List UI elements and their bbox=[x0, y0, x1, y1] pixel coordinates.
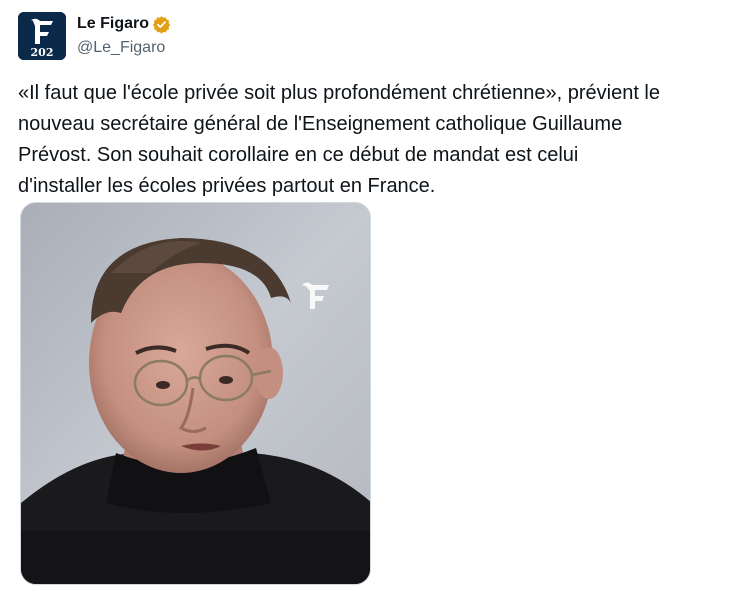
tweet-text-line: d'installer les écoles privées partout e… bbox=[18, 175, 436, 197]
name-row: Le Figaro bbox=[77, 14, 171, 34]
tweet-text: «Il faut que l'école privée soit plus pr… bbox=[18, 78, 718, 202]
tweet-card: 202 Le Figaro @Le_Figaro «Il faut que l'… bbox=[0, 0, 729, 600]
verified-badge-icon bbox=[152, 15, 171, 34]
tweet-text-line: Prévost. Son souhait corollaire en ce dé… bbox=[18, 144, 579, 166]
avatar[interactable]: 202 bbox=[18, 12, 66, 60]
tweet-text-line: nouveau secrétaire général de l'Enseigne… bbox=[18, 113, 623, 135]
avatar-text: 202 bbox=[31, 46, 54, 59]
tweet-text-line: «Il faut que l'école privée soit plus pr… bbox=[18, 82, 660, 104]
figaro-logo-icon: 202 bbox=[18, 12, 66, 60]
display-name[interactable]: Le Figaro bbox=[77, 14, 149, 34]
video-frame-image bbox=[21, 203, 370, 584]
handle[interactable]: @Le_Figaro bbox=[77, 38, 165, 58]
video-thumbnail[interactable] bbox=[20, 202, 371, 585]
